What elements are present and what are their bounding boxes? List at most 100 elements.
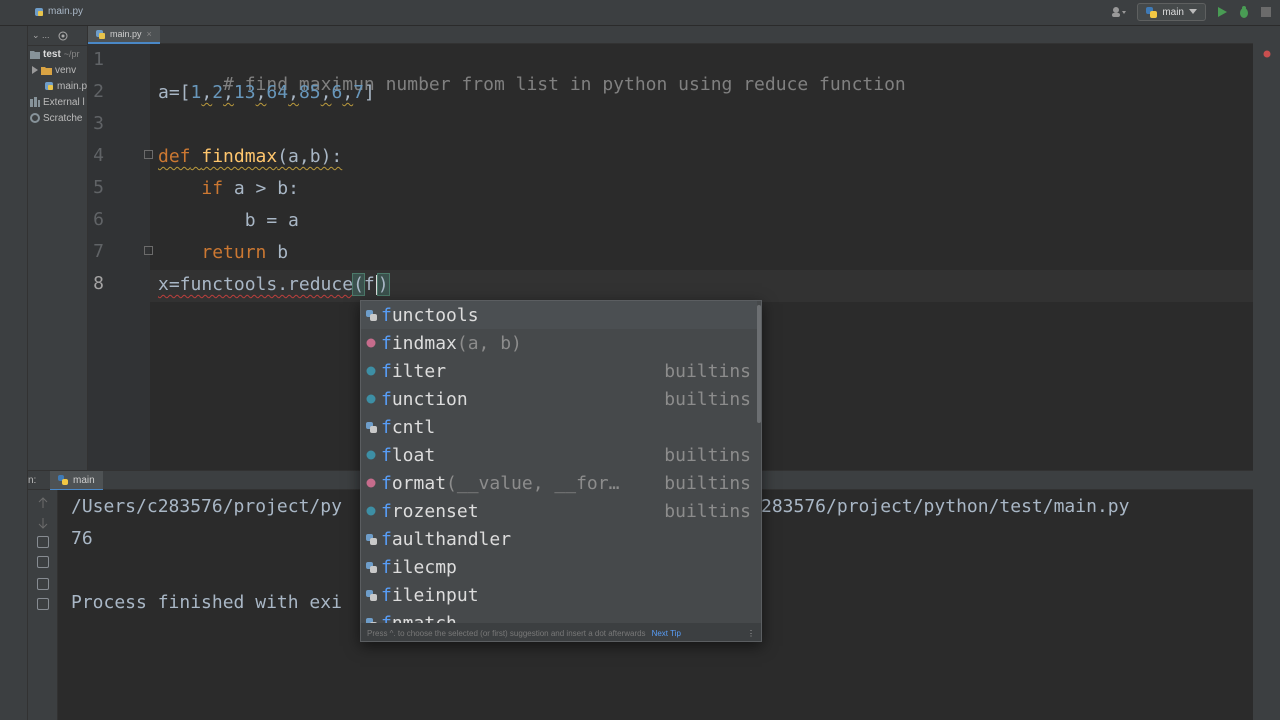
stop-icon[interactable] — [1260, 6, 1272, 18]
tree-item-venv[interactable]: venv — [28, 62, 87, 78]
completion-item[interactable]: findmax (a, b) — [361, 329, 757, 357]
completion-item[interactable]: fileinput — [361, 581, 757, 609]
tree-item-external-libraries[interactable]: External l — [28, 94, 87, 110]
arrow-down-icon[interactable] — [37, 516, 49, 529]
class-icon — [361, 450, 381, 460]
keyword-token: def — [158, 146, 191, 167]
completion-item[interactable]: format (__value, __for… builtins — [361, 469, 757, 497]
chevron-down-icon — [1189, 9, 1197, 15]
completion-item[interactable]: faulthandler — [361, 525, 757, 553]
code-line-4: def findmax(a,b): — [158, 145, 342, 169]
code-token: ] — [364, 82, 375, 103]
tree-label: venv — [55, 64, 77, 76]
number-token: 2 — [212, 82, 224, 103]
python-file-icon — [34, 7, 44, 17]
function-name-token: findmax — [201, 146, 278, 167]
keyword-token: return — [201, 242, 267, 263]
completion-rest: ormat — [391, 472, 447, 494]
tree-path: ~/pr — [63, 49, 80, 59]
code-line-6: b = a — [158, 209, 299, 233]
completion-item[interactable]: filecmp — [361, 553, 757, 581]
code-completion-popup[interactable]: functools findmax (a, b) filter builtins func… — [360, 300, 762, 642]
tab-run-main[interactable]: main — [50, 471, 103, 491]
completion-item[interactable]: fcntl — [361, 413, 757, 441]
tab-label: main.py — [110, 29, 142, 39]
print-icon[interactable] — [37, 578, 49, 590]
completion-source: builtins — [664, 444, 751, 466]
target-icon[interactable] — [58, 31, 68, 41]
debug-icon[interactable] — [1238, 6, 1250, 18]
project-view-selector[interactable]: ⌄ ... — [32, 30, 50, 41]
module-icon — [361, 421, 381, 433]
run-config-selector[interactable]: main — [1137, 3, 1206, 21]
close-icon[interactable]: × — [147, 29, 152, 39]
console-finished: Process finished with exi — [71, 592, 342, 613]
completion-signature: (a, b) — [456, 332, 522, 354]
tab-main-py[interactable]: main.py × — [88, 26, 160, 44]
completion-item[interactable]: filter builtins — [361, 357, 757, 385]
completion-match: f — [381, 500, 392, 522]
run-icon[interactable] — [1216, 6, 1228, 18]
completion-label: frozenset — [381, 501, 479, 522]
breadcrumb-file[interactable]: main.py — [48, 6, 83, 17]
completion-label: filter — [381, 361, 446, 382]
line-number: 7 — [93, 241, 104, 262]
completion-match: f — [381, 304, 392, 326]
project-panel: ⌄ ... test ~/pr venv main.p External l S… — [28, 26, 88, 470]
module-icon — [361, 589, 381, 601]
completion-rest: ileinput — [391, 584, 479, 606]
module-icon — [361, 309, 381, 321]
function-icon — [361, 338, 381, 348]
completion-rest: loat — [391, 444, 436, 466]
completion-source: builtins — [664, 388, 751, 410]
completion-label: filecmp — [381, 557, 457, 578]
completion-item[interactable]: float builtins — [361, 441, 757, 469]
trash-icon[interactable] — [37, 598, 49, 610]
tree-label: External l — [43, 96, 85, 108]
console-path-left: /Users/c283576/project/py — [71, 496, 342, 517]
tree-item-test[interactable]: test ~/pr — [28, 46, 87, 62]
right-tool-strip — [1253, 470, 1280, 720]
python-icon — [1146, 6, 1158, 18]
python-icon — [58, 475, 68, 485]
completion-rest: rozenset — [391, 500, 479, 522]
fold-marker-icon[interactable] — [144, 150, 153, 159]
code-token: (a,b): — [277, 146, 343, 167]
module-icon — [361, 561, 381, 573]
completion-source: builtins — [664, 472, 751, 494]
completion-item[interactable]: functools — [361, 301, 757, 329]
next-tip-link[interactable]: Next Tip — [652, 629, 681, 638]
tree-item-main-py[interactable]: main.p — [28, 78, 87, 94]
keyword-token: if — [201, 178, 224, 199]
breadcrumb[interactable]: main.py — [34, 6, 83, 17]
code-token: b — [266, 242, 289, 263]
completion-item[interactable]: frozenset builtins — [361, 497, 757, 525]
scroll-to-end-icon[interactable] — [37, 556, 49, 568]
arrow-up-icon[interactable] — [37, 496, 49, 508]
completion-item[interactable]: function builtins — [361, 385, 757, 413]
completion-match: f — [381, 472, 392, 494]
fold-marker-icon[interactable] — [144, 246, 153, 255]
class-icon — [361, 394, 381, 404]
code-line-1: # find maximun number from list in pytho… — [158, 49, 906, 95]
line-number: 4 — [93, 145, 104, 166]
soft-wrap-icon[interactable] — [37, 536, 49, 548]
error-indicator-icon[interactable] — [1263, 50, 1271, 58]
code-token: b = a — [244, 210, 299, 231]
tree-label: main.p — [57, 80, 88, 92]
more-options-icon[interactable]: ⋮ — [747, 629, 761, 638]
completion-rest: cntl — [391, 416, 436, 438]
completion-scrollbar[interactable] — [757, 305, 761, 423]
chevron-right-icon — [32, 66, 38, 74]
typed-token: f — [363, 274, 375, 295]
completion-match: f — [381, 444, 392, 466]
tree-item-scratches[interactable]: Scratche — [28, 110, 87, 126]
number-token: 13 — [233, 82, 256, 103]
function-icon — [361, 478, 381, 488]
user-icon[interactable] — [1111, 6, 1127, 18]
completion-match: f — [381, 556, 392, 578]
number-token: 1 — [190, 82, 202, 103]
module-icon — [361, 533, 381, 545]
line-number: 6 — [93, 209, 104, 230]
code-token: a=[ — [158, 82, 191, 103]
